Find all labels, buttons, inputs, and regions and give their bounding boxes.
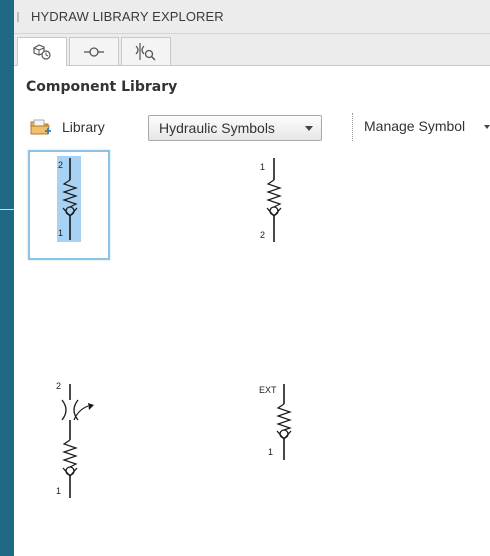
search-symbol-tab-icon xyxy=(135,42,156,61)
library-button[interactable]: Library xyxy=(30,116,120,140)
port-label-bottom: 1 xyxy=(58,228,64,238)
port-label-bottom: 1 xyxy=(56,486,62,496)
port-label-bottom: 1 xyxy=(268,447,274,457)
symbol-set-dropdown[interactable]: Hydraulic Symbols xyxy=(148,115,322,141)
library-button-label: Library xyxy=(62,119,105,135)
symbol-check-valve-spring[interactable]: 2 1 xyxy=(28,150,110,260)
symbol-flow-control-check-valve[interactable]: 2 1 xyxy=(44,374,126,504)
port-label-top: 2 xyxy=(56,381,62,391)
panel-title-bar[interactable]: HYDRAW LIBRARY EXPLORER xyxy=(14,0,490,34)
tab-strip xyxy=(14,34,490,66)
folder-library-icon xyxy=(30,119,51,135)
check-valve-reversed-symbol-icon xyxy=(266,158,282,242)
symbol-grid: 2 1 1 2 2 1 EXT 1 xyxy=(14,146,490,556)
section-title: Component Library xyxy=(26,79,178,95)
tab-connectors[interactable] xyxy=(69,37,119,65)
dropdown-selected-value: Hydraulic Symbols xyxy=(159,120,275,136)
tab-library[interactable] xyxy=(17,37,67,66)
chevron-down-icon xyxy=(305,126,313,131)
manage-symbol-menu[interactable]: Manage Symbol xyxy=(364,118,465,134)
check-valve-spring-symbol-icon xyxy=(62,158,78,240)
library-tab-icon xyxy=(33,44,51,60)
manage-chevron-down-icon[interactable] xyxy=(484,125,490,129)
library-explorer-panel: HYDRAW LIBRARY EXPLORER Component Librar… xyxy=(14,0,490,556)
port-label-top: 1 xyxy=(260,162,266,172)
drag-grip-icon[interactable] xyxy=(17,12,19,22)
port-label-top: 2 xyxy=(58,160,64,170)
component-library-header: Component Library xyxy=(14,66,490,110)
tab-symbol-search[interactable] xyxy=(121,37,171,65)
port-label-bottom: 2 xyxy=(260,230,266,240)
symbol-check-valve-external[interactable]: EXT 1 xyxy=(246,374,328,484)
panel-title: HYDRAW LIBRARY EXPLORER xyxy=(31,9,224,24)
connector-tab-icon xyxy=(84,46,104,57)
toolbar-separator xyxy=(352,113,353,141)
port-label-top: EXT xyxy=(259,385,277,395)
background-edge-mark xyxy=(0,209,14,210)
flow-control-check-valve-symbol-icon xyxy=(61,384,94,498)
library-toolbar: Library Hydraulic Symbols Manage Symbol xyxy=(14,110,490,146)
symbol-check-valve-spring-reversed[interactable]: 1 2 xyxy=(246,150,328,260)
